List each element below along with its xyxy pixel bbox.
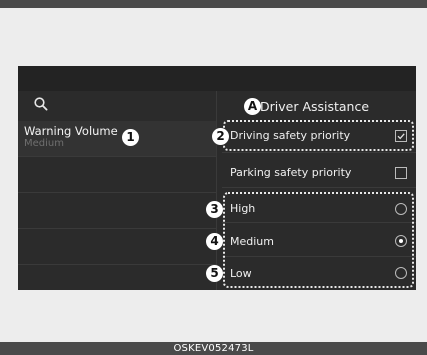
figure-code: OSKEV052473L (173, 343, 254, 354)
search-icon[interactable] (33, 96, 49, 112)
highlight-driving-safety (223, 120, 414, 151)
callout-1: 1 (122, 129, 139, 146)
panel-divider (216, 91, 217, 290)
menu-item-empty (18, 157, 216, 193)
highlight-volume-levels (223, 192, 414, 288)
menu-item-empty (18, 265, 216, 290)
callout-a: A (244, 98, 261, 115)
menu-item-value: Medium (24, 138, 64, 149)
section-title: Driver Assistance (260, 99, 370, 114)
settings-menu-panel: Warning Volume Medium (18, 91, 216, 290)
option-label-parking-safety[interactable]: Parking safety priority (230, 166, 351, 179)
screen-header (18, 66, 416, 91)
callout-4: 4 (206, 233, 223, 250)
menu-item-warning-volume[interactable]: Warning Volume Medium (18, 121, 216, 157)
row-divider (222, 152, 416, 153)
menu-item-empty (18, 193, 216, 229)
callout-3: 3 (206, 201, 223, 218)
infotainment-screen: Warning Volume Medium Driver Assistance … (18, 66, 416, 290)
checkbox-parking-safety[interactable] (395, 167, 407, 179)
callout-2: 2 (212, 128, 229, 145)
callout-5: 5 (206, 265, 223, 282)
top-border-bar (0, 0, 427, 8)
menu-item-label: Warning Volume (24, 124, 118, 138)
row-divider (222, 187, 416, 188)
menu-item-empty (18, 229, 216, 265)
